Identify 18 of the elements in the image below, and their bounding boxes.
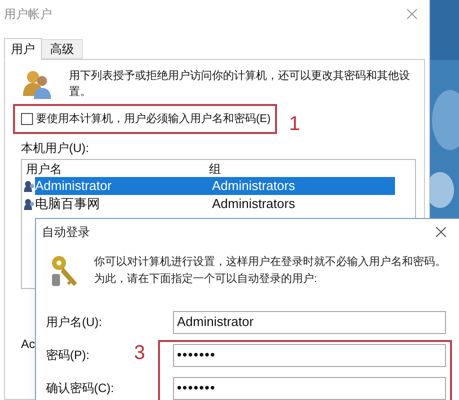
annotation-number: 3 [134, 343, 146, 363]
user-name: Administrator [35, 177, 113, 196]
checkbox-label: 要使用本计算机，用户必须输入用户名和密码(E) [36, 112, 271, 127]
field-label: 确认密码(C): [46, 381, 114, 395]
field-label: 用户名(U): [46, 315, 102, 329]
window-title: 用户帐户 [4, 6, 52, 23]
field-label: 密码(P): [46, 348, 90, 362]
dialog-title: 自动登录 [42, 224, 90, 241]
list-label: 本机用户(U): [21, 140, 89, 157]
group-name: Administrators [212, 195, 296, 214]
description-text: 用下列表授予或拒绝用户访问你的计算机，还可以更改其密码和其他设 [69, 68, 410, 84]
section-label: Ac [21, 336, 36, 353]
description-text: 为此，请在下面指定一个可以自动登录的用户: [94, 272, 318, 287]
description-text: 你可以对计算机进行设置，这样用户在登录时就不必输入用户名和密码。 [94, 254, 446, 270]
annotation-number: 1 [289, 114, 300, 134]
group-name: Administrators [212, 177, 296, 196]
description-text: 置。 [69, 85, 92, 100]
user-name: 电脑百事网 [35, 195, 101, 214]
